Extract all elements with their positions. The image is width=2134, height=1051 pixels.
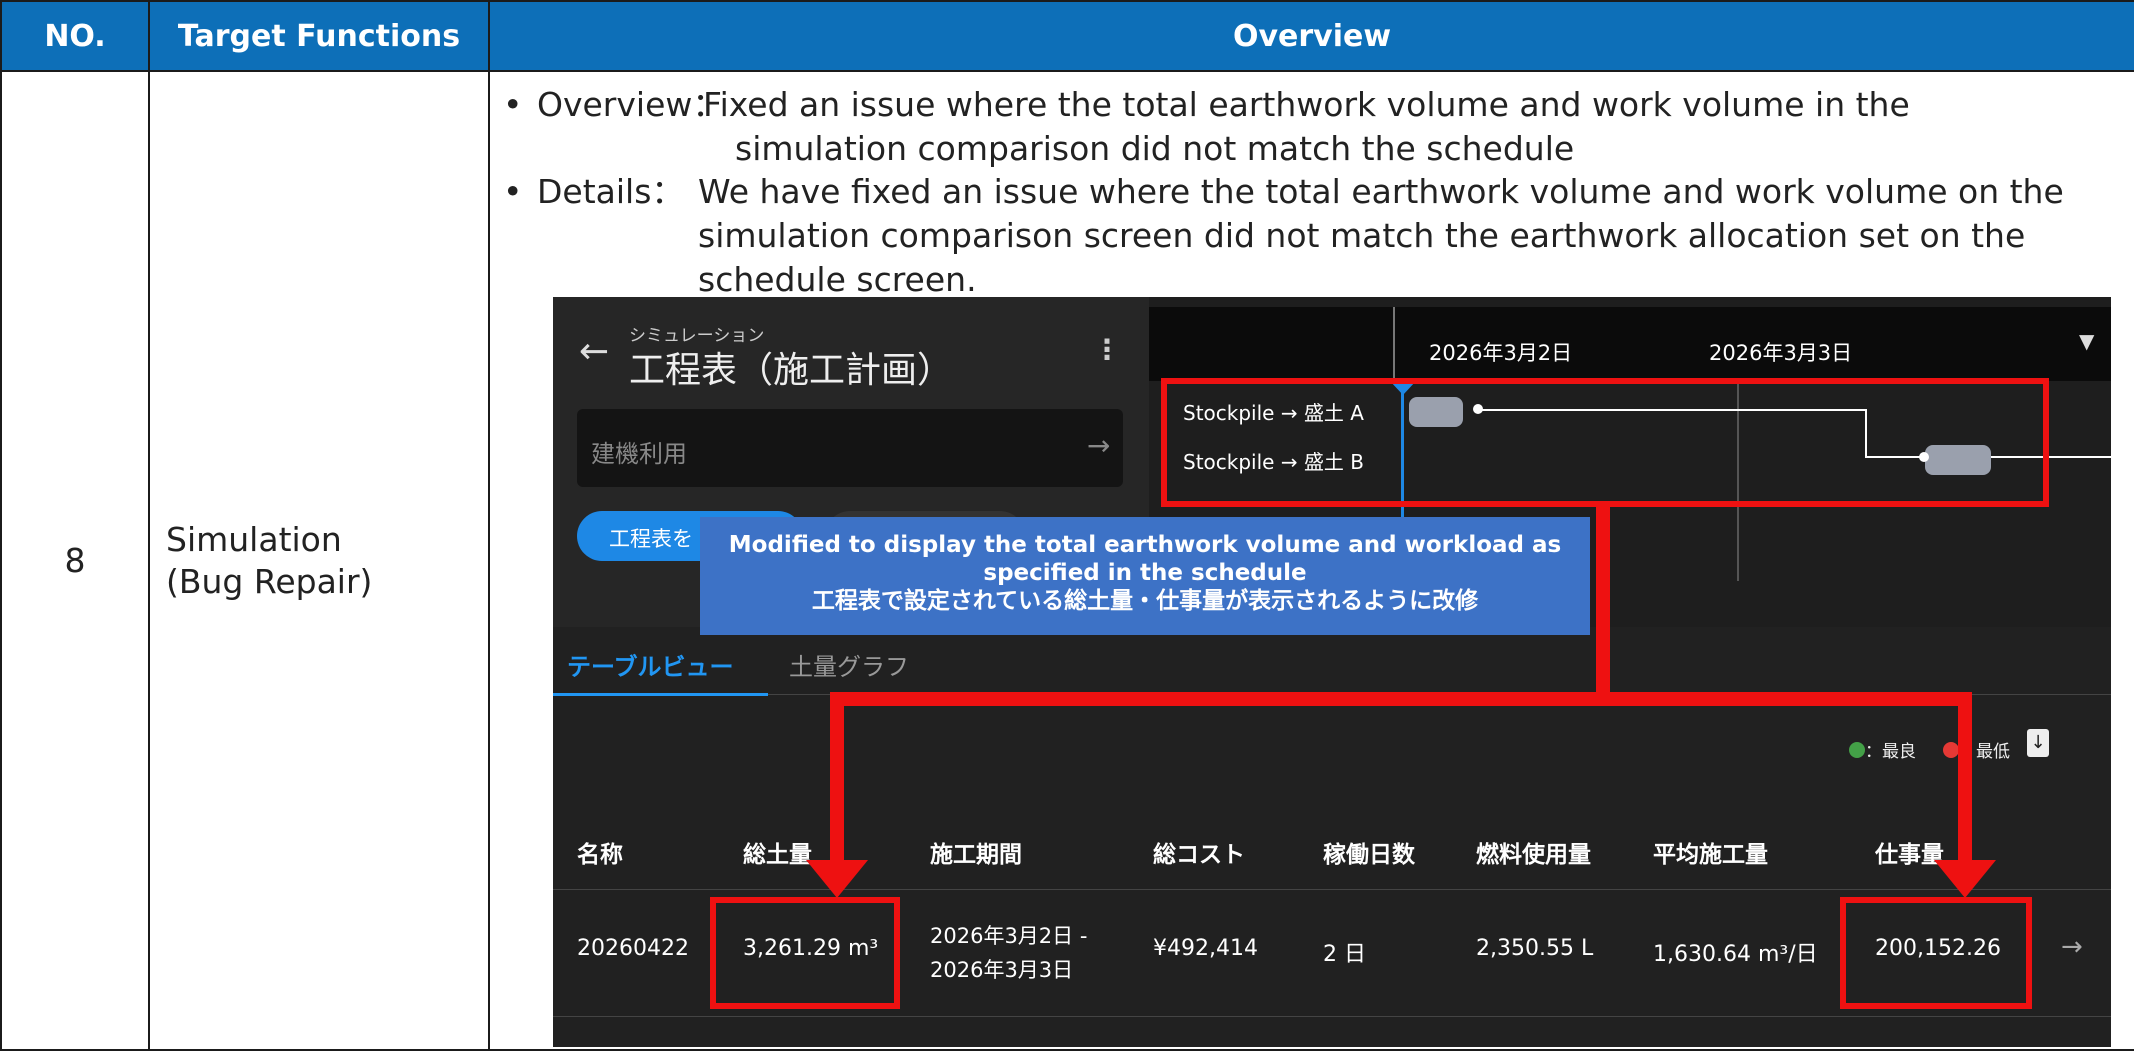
header-no: NO. (0, 0, 150, 72)
volume-highlight-box (710, 897, 900, 1009)
best-dot-icon (1849, 742, 1865, 758)
active-tab-indicator (553, 693, 768, 696)
more-menu-icon[interactable]: ⋮ (1093, 333, 1121, 366)
gantt-highlight-box (1161, 378, 2049, 507)
callout-english: Modified to display the total earthwork … (728, 532, 1562, 586)
table-header-row: NO. Target Functions Overview (0, 0, 2134, 72)
function-tag: (Bug Repair) (166, 561, 373, 601)
download-icon[interactable]: ↓ (2027, 729, 2049, 757)
cell-fuel: 2,350.55 L (1476, 936, 1594, 961)
bullet-dot-icon: • (503, 172, 523, 211)
connector-left-drop (830, 692, 844, 862)
chip-label: 工程表を (609, 527, 693, 551)
details-text-line3: schedule screen. (698, 260, 977, 299)
page-title: 工程表（施工計画） (629, 350, 954, 391)
cell-days: 2 日 (1323, 942, 1366, 967)
callout-japanese: 工程表で設定されている総土量・仕事量が表示されるように改修 (811, 588, 1479, 614)
cell-no: 8 (0, 70, 150, 1051)
row-number: 8 (64, 541, 86, 580)
connector-horizontal (830, 692, 1972, 706)
bullet-dot-icon: • (503, 85, 523, 124)
col-avg: 平均施工量 (1653, 842, 1768, 868)
arrow-down-icon (806, 860, 868, 898)
gantt-date-header: 2026年3月2日 2026年3月3日 ▼ (1149, 307, 2111, 381)
col-days: 稼働日数 (1323, 842, 1415, 868)
cell-avg: 1,630.64 m³/日 (1653, 942, 1818, 967)
row-divider (553, 1016, 2111, 1017)
col-total-cost: 総コスト (1153, 842, 1245, 868)
back-arrow-icon[interactable]: ← (579, 331, 609, 372)
chevron-down-icon[interactable]: ▼ (2079, 329, 2094, 353)
details-text-line2: simulation comparison screen did not mat… (698, 216, 2026, 255)
arrow-right-icon[interactable]: → (1087, 429, 1110, 462)
gantt-date-1: 2026年3月2日 (1429, 341, 1573, 365)
header-divider (1393, 307, 1395, 381)
connector-vertical (1596, 504, 1610, 704)
search-placeholder: 建機利用 (591, 440, 687, 468)
work-highlight-box (1840, 897, 2032, 1009)
cell-period-end: 2026年3月3日 (930, 958, 1074, 982)
overview-text-line1: Fixed an issue where the total earthwork… (703, 85, 1910, 124)
cell-cost: ¥492,414 (1153, 936, 1258, 961)
row-arrow-icon[interactable]: → (2061, 932, 2083, 962)
col-period: 施工期間 (930, 842, 1022, 868)
function-name: Simulation (166, 519, 342, 559)
cell-target-function: Simulation (Bug Repair) (148, 70, 490, 1051)
tab-volume-graph[interactable]: 土量グラフ (789, 647, 909, 682)
connector-right-drop (1958, 692, 1972, 862)
arrow-down-icon (1934, 860, 1996, 898)
callout-box: Modified to display the total earthwork … (700, 517, 1590, 635)
details-text-line1: We have fixed an issue where the total e… (698, 172, 2064, 211)
gantt-date-2: 2026年3月3日 (1709, 341, 1853, 365)
overview-text-line2: simulation comparison did not match the … (735, 129, 1575, 168)
tab-table-view[interactable]: テーブルビュー (567, 647, 734, 682)
cell-name: 20260422 (577, 936, 689, 961)
worst-dot-icon (1943, 742, 1959, 758)
col-fuel: 燃料使用量 (1476, 842, 1591, 868)
details-label: Details： (537, 172, 685, 211)
header-target-functions: Target Functions (148, 0, 490, 72)
search-field[interactable]: 建機利用 → (577, 409, 1123, 487)
col-name: 名称 (577, 842, 623, 868)
col-total-volume: 総土量 (743, 842, 812, 868)
overview-label: Overview： (537, 85, 726, 124)
header-overview: Overview (488, 0, 2134, 72)
cell-period-start: 2026年3月2日 - (930, 924, 1088, 948)
legend-best: ：最良 (1865, 742, 1916, 762)
